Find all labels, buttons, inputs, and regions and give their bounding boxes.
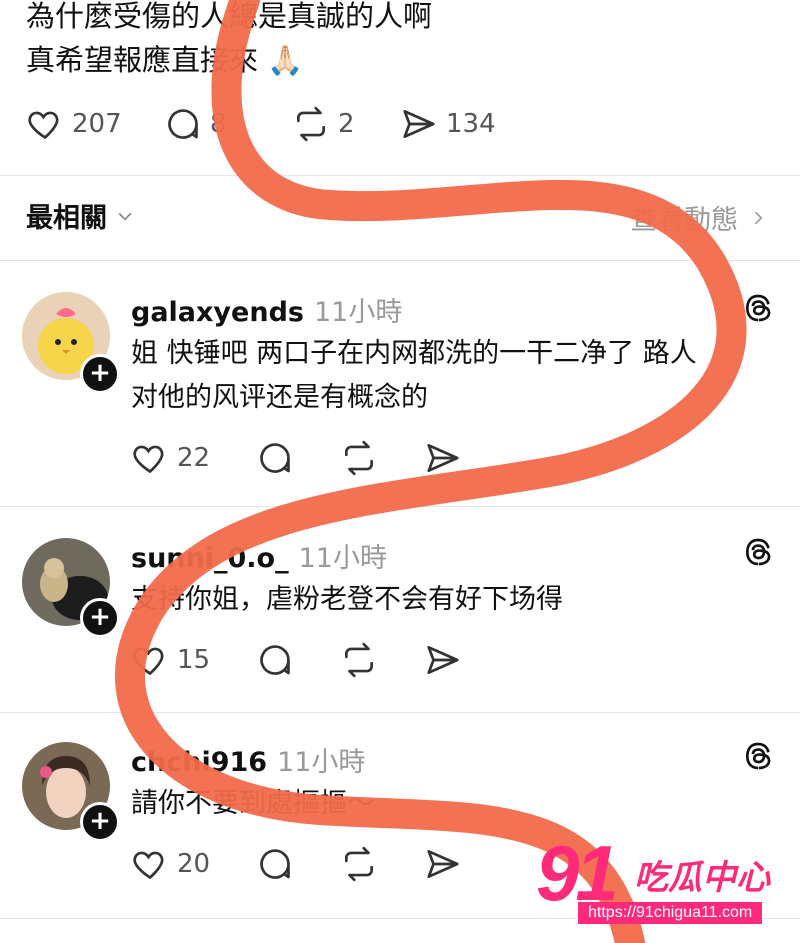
reply-header: sunni_0.o_ 11小時 — [131, 536, 387, 575]
reply-text-line-1: 姐 快锤吧 两口子在内网都洗的一干二净了 路人 — [131, 338, 697, 369]
reply-text: 支持你姐，虐粉老登不会有好下场得 — [131, 578, 771, 622]
post-repost-button[interactable]: 2 — [292, 104, 355, 144]
reply-repost-button[interactable] — [340, 438, 378, 478]
reply-text-line-2: 对他的风评还是有概念的 — [131, 382, 428, 413]
username[interactable]: galaxyends — [131, 297, 304, 328]
view-activity-label: 查看動態 — [630, 205, 738, 236]
post-like-button[interactable]: 207 — [26, 104, 122, 144]
follow-plus-button[interactable]: + — [80, 354, 120, 394]
post-comment-button[interactable]: 8 — [164, 104, 227, 144]
post-text: 為什麼受傷的人總是真誠的人啊 真希望報應直接來 🙏🏻 — [26, 0, 432, 82]
heart-icon — [133, 647, 164, 676]
reply-share-button[interactable] — [424, 640, 462, 680]
comment-bubble-icon — [260, 849, 290, 879]
repost-icon — [344, 440, 374, 476]
reply-item: + galaxyends 11小時 姐 快锤吧 两口子在内网都洗的一干二净了 路… — [0, 270, 800, 500]
post-text-line-2-text: 真希望報應直接來 — [26, 43, 259, 77]
reply-share-button[interactable] — [424, 438, 462, 478]
reply-comment-button[interactable] — [256, 438, 294, 478]
watermark-name: 吃瓜中心 — [634, 858, 770, 898]
reply-comment-button[interactable] — [256, 640, 294, 680]
watermark-logo: 91 吃瓜中心 https://91chigua11.com — [536, 828, 786, 928]
username[interactable]: sunni_0.o_ — [131, 543, 289, 574]
post-share-button[interactable]: 134 — [400, 104, 496, 144]
timestamp: 11小時 — [313, 297, 403, 328]
divider — [0, 712, 800, 713]
reply-repost-button[interactable] — [340, 640, 378, 680]
reply-like-button[interactable]: 22 — [131, 438, 210, 478]
divider — [0, 260, 800, 261]
repost-icon — [296, 106, 326, 142]
reply-like-button[interactable]: 15 — [131, 640, 210, 680]
comment-bubble-icon — [260, 645, 290, 675]
reply-comment-button[interactable] — [256, 844, 294, 884]
follow-plus-button[interactable]: + — [80, 802, 120, 842]
reply-text: 姐 快锤吧 两口子在内网都洗的一干二净了 路人 对他的风评还是有概念的 — [131, 332, 771, 420]
reply-like-count: 22 — [177, 443, 211, 473]
repost-icon — [344, 846, 374, 882]
send-icon — [427, 645, 459, 675]
reply-like-count: 15 — [177, 645, 211, 675]
timestamp: 11小時 — [298, 543, 387, 574]
reply-action-bar: 22 — [0, 438, 800, 478]
follow-plus-button[interactable]: + — [80, 598, 120, 638]
send-icon — [427, 849, 459, 879]
post-like-count: 207 — [72, 109, 122, 139]
comment-bubble-icon — [168, 109, 198, 139]
repost-icon — [344, 642, 374, 678]
reply-text-line-1: 支持你姐，虐粉老登不会有好下场得 — [131, 584, 563, 615]
post-share-count: 134 — [446, 109, 496, 139]
reply-like-button[interactable]: 20 — [131, 844, 210, 884]
heart-icon — [133, 851, 164, 880]
username[interactable]: chchi916 — [131, 747, 267, 778]
view-activity-link[interactable]: 查看動態 — [630, 198, 768, 237]
reply-text-line-1: 請你不要到處摳摳～ — [131, 788, 374, 819]
sort-row: 最相關 查看動態 — [26, 190, 776, 240]
reply-text: 請你不要到處摳摳～ — [131, 782, 771, 826]
divider — [0, 506, 800, 507]
post-repost-count: 2 — [338, 109, 355, 139]
send-icon — [427, 443, 459, 473]
threads-logo-icon[interactable] — [742, 536, 774, 568]
chevron-down-icon — [118, 212, 132, 221]
watermark-url: https://91chigua11.com — [578, 902, 763, 924]
sort-label: 最相關 — [26, 203, 107, 234]
divider — [0, 175, 800, 176]
heart-icon — [133, 445, 164, 474]
post-text-line-1: 為什麼受傷的人總是真誠的人啊 — [26, 0, 433, 33]
timestamp: 11小時 — [277, 747, 366, 778]
reply-repost-button[interactable] — [340, 844, 378, 884]
praying-hands-emoji: 🙏🏻 — [267, 43, 304, 77]
comment-bubble-icon — [260, 443, 290, 473]
reply-share-button[interactable] — [424, 844, 462, 884]
post-action-bar: 207 8 2 134 — [0, 104, 800, 144]
threads-logo-icon[interactable] — [742, 740, 774, 772]
reply-like-count: 20 — [177, 849, 211, 879]
reply-header: galaxyends 11小時 — [131, 290, 402, 329]
threads-logo-icon[interactable] — [742, 292, 774, 324]
send-icon — [403, 109, 435, 139]
post-text-line-2: 真希望報應直接來 🙏🏻 — [26, 38, 432, 82]
chevron-right-icon — [754, 211, 763, 224]
reply-item: + sunni_0.o_ 11小時 支持你姐，虐粉老登不会有好下场得 15 — [0, 512, 800, 707]
heart-icon — [28, 111, 59, 140]
reply-action-bar: 15 — [0, 640, 800, 680]
sort-dropdown[interactable]: 最相關 — [26, 196, 135, 235]
post-comment-count: 8 — [210, 109, 227, 139]
reply-header: chchi916 11小時 — [131, 740, 365, 779]
